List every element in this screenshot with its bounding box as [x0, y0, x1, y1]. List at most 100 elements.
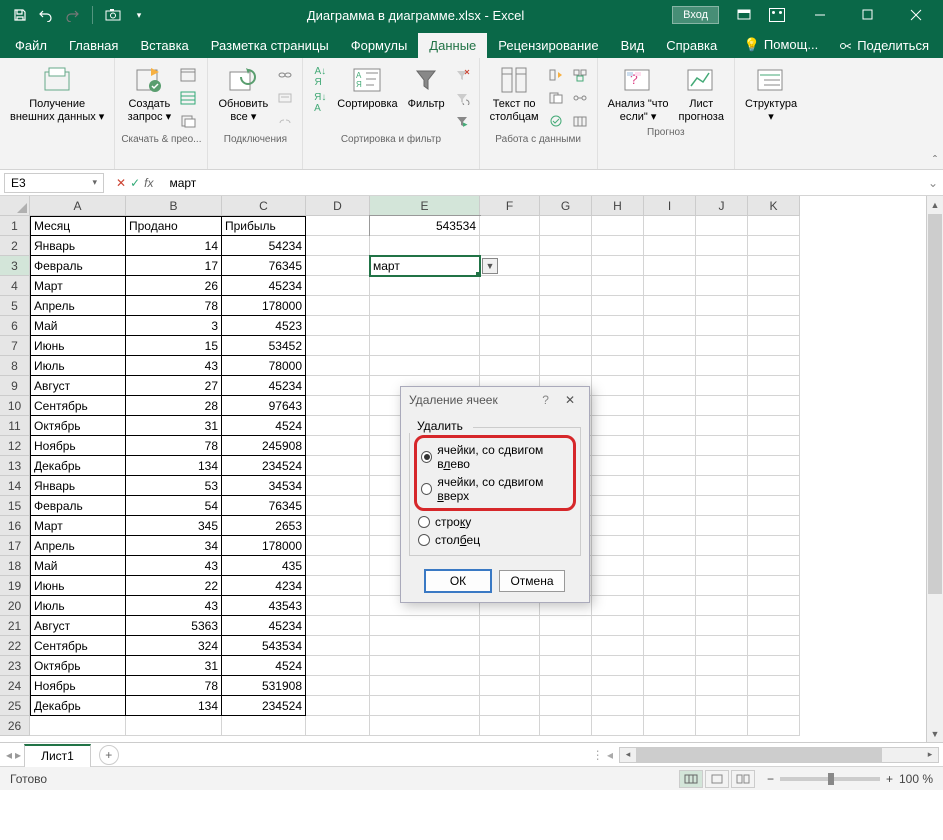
filter-button[interactable]: Фильтр [404, 62, 449, 132]
cell[interactable]: 2653 [222, 516, 306, 536]
cell[interactable] [696, 516, 748, 536]
cell[interactable]: 22 [126, 576, 222, 596]
row-header[interactable]: 8 [0, 356, 30, 376]
cell[interactable] [540, 236, 592, 256]
cell[interactable] [644, 696, 696, 716]
cell[interactable] [592, 696, 644, 716]
cell[interactable] [306, 436, 370, 456]
cell[interactable] [306, 596, 370, 616]
column-header[interactable]: B [126, 196, 222, 216]
cell[interactable] [306, 636, 370, 656]
radio-shift-left[interactable]: ячейки, со сдвигом влево [421, 441, 569, 473]
cell[interactable] [592, 256, 644, 276]
radio-entire-column[interactable]: столбец [418, 531, 572, 549]
cell[interactable] [592, 656, 644, 676]
cell[interactable] [306, 676, 370, 696]
cell[interactable] [748, 716, 800, 736]
cell[interactable]: Март [30, 276, 126, 296]
scroll-right-icon[interactable]: ▸ [922, 748, 938, 762]
cell[interactable]: 14 [126, 236, 222, 256]
cell[interactable] [306, 336, 370, 356]
sheet-tab[interactable]: Лист1 [24, 744, 91, 767]
cell[interactable] [480, 616, 540, 636]
cell[interactable] [696, 316, 748, 336]
cell[interactable]: 53 [126, 476, 222, 496]
cell[interactable]: Май [30, 316, 126, 336]
cell[interactable]: Июнь [30, 336, 126, 356]
undo-icon[interactable] [38, 7, 54, 23]
cell[interactable] [222, 716, 306, 736]
cell[interactable]: 134 [126, 696, 222, 716]
cell[interactable]: Сентябрь [30, 636, 126, 656]
cell[interactable] [306, 476, 370, 496]
cell[interactable] [306, 696, 370, 716]
consolidate-button[interactable] [569, 64, 591, 86]
connections-button[interactable] [274, 64, 296, 86]
cell[interactable]: 324 [126, 636, 222, 656]
row-header[interactable]: 20 [0, 596, 30, 616]
name-box[interactable]: E3▾ [4, 173, 104, 193]
cell[interactable] [480, 716, 540, 736]
face-icon[interactable] [769, 8, 785, 22]
cell[interactable] [480, 356, 540, 376]
tab-формулы[interactable]: Формулы [340, 33, 419, 58]
cell[interactable] [592, 536, 644, 556]
sort-button[interactable]: AЯСортировка [333, 62, 401, 132]
horizontal-scrollbar[interactable]: ◂ ▸ [619, 747, 939, 763]
cell[interactable] [748, 436, 800, 456]
cell[interactable] [480, 676, 540, 696]
cell[interactable] [592, 436, 644, 456]
cell[interactable] [592, 236, 644, 256]
row-header[interactable]: 12 [0, 436, 30, 456]
cell[interactable] [696, 276, 748, 296]
forecast-sheet-button[interactable]: Лист прогноза [675, 62, 728, 125]
column-header[interactable]: C [222, 196, 306, 216]
cell[interactable] [306, 456, 370, 476]
tab-данные[interactable]: Данные [418, 33, 487, 58]
formula-input[interactable]: март [161, 174, 923, 192]
cell[interactable] [644, 616, 696, 636]
cell[interactable] [480, 216, 540, 236]
cell[interactable] [370, 616, 480, 636]
cell[interactable] [748, 216, 800, 236]
new-query-button[interactable]: Создать запрос ▾ [124, 62, 175, 132]
cell[interactable]: 43 [126, 596, 222, 616]
cell[interactable]: 134 [126, 456, 222, 476]
cell[interactable] [592, 496, 644, 516]
expand-formula-bar-icon[interactable]: ⌄ [923, 176, 943, 190]
cell[interactable] [306, 716, 370, 736]
cell[interactable] [540, 296, 592, 316]
cell[interactable] [644, 296, 696, 316]
insert-function-icon[interactable]: fx [144, 176, 153, 190]
cell[interactable] [306, 296, 370, 316]
cell[interactable] [306, 516, 370, 536]
cell[interactable] [696, 216, 748, 236]
cell[interactable]: 78 [126, 676, 222, 696]
column-header[interactable]: I [644, 196, 696, 216]
cell[interactable] [306, 556, 370, 576]
cell[interactable] [644, 476, 696, 496]
cell[interactable] [540, 356, 592, 376]
cell[interactable] [644, 436, 696, 456]
row-header[interactable]: 24 [0, 676, 30, 696]
zoom-slider[interactable] [780, 777, 880, 781]
cell[interactable]: Февраль [30, 496, 126, 516]
column-header[interactable]: A [30, 196, 126, 216]
cell[interactable] [540, 316, 592, 336]
cell[interactable]: 245908 [222, 436, 306, 456]
cell[interactable] [306, 396, 370, 416]
cell[interactable]: Август [30, 376, 126, 396]
cell[interactable]: 234524 [222, 696, 306, 716]
cell[interactable] [540, 216, 592, 236]
cell[interactable]: 26 [126, 276, 222, 296]
cell[interactable] [644, 716, 696, 736]
edit-links-button[interactable] [274, 110, 296, 132]
cell[interactable] [540, 276, 592, 296]
cell[interactable] [644, 596, 696, 616]
cell[interactable] [644, 576, 696, 596]
scroll-up-icon[interactable]: ▲ [927, 196, 943, 213]
cell[interactable] [748, 396, 800, 416]
cell[interactable]: 4234 [222, 576, 306, 596]
cell[interactable] [748, 356, 800, 376]
maximize-icon[interactable] [845, 0, 891, 30]
